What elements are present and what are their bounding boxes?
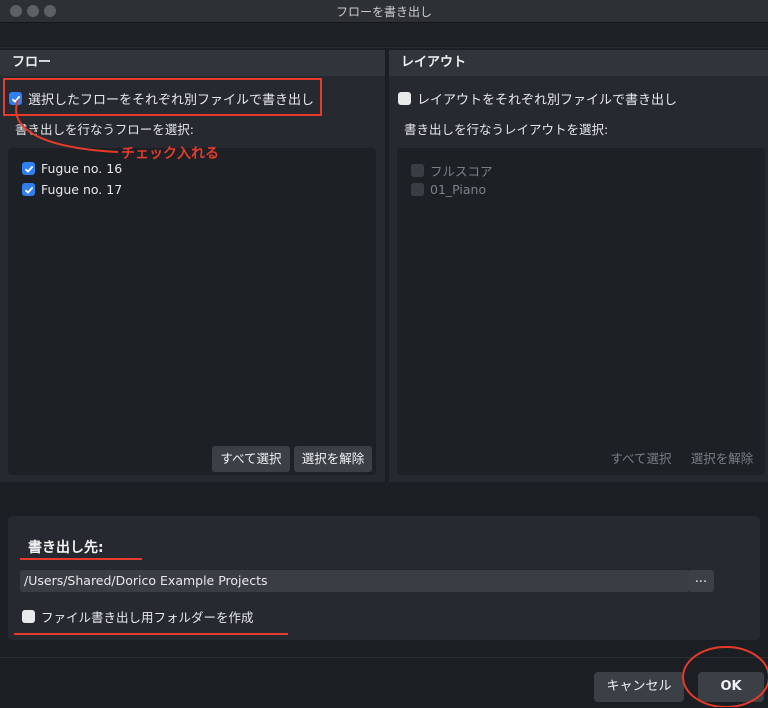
layouts-separate-files-checkbox-row[interactable]: レイアウトをそれぞれ別ファイルで書き出し <box>398 89 677 108</box>
layouts-separate-files-checkbox[interactable] <box>398 92 411 105</box>
flows-select-all-button[interactable]: すべて選択 <box>212 446 290 472</box>
flows-panel-header: フロー <box>0 50 385 76</box>
destination-section: 書き出し先: /Users/Shared/Dorico Example Proj… <box>8 516 760 640</box>
list-item: フルスコア <box>411 161 493 180</box>
layout-label: フルスコア <box>430 164 493 179</box>
flow-checkbox[interactable] <box>22 162 35 175</box>
create-folder-checkbox[interactable] <box>22 610 35 623</box>
window-title: フローを書き出し <box>335 5 432 19</box>
list-item[interactable]: Fugue no. 17 <box>22 182 122 197</box>
flows-deselect-button[interactable]: 選択を解除 <box>294 446 372 472</box>
flows-panel: フロー 選択したフローをそれぞれ別ファイルで書き出し 書き出しを行なうフローを選… <box>0 50 385 482</box>
destination-label: 書き出し先: <box>28 540 104 556</box>
checkmark-icon <box>24 165 33 173</box>
list-item: 01_Piano <box>411 182 486 197</box>
list-item[interactable]: Fugue no. 16 <box>22 161 122 176</box>
checkmark-icon <box>11 95 20 103</box>
flows-separate-files-label: 選択したフローをそれぞれ別ファイルで書き出し <box>28 93 315 108</box>
layout-label: 01_Piano <box>430 182 487 197</box>
layout-checkbox <box>411 183 424 196</box>
flow-label: Fugue no. 17 <box>41 182 123 197</box>
create-folder-label: ファイル書き出し用フォルダーを作成 <box>41 610 254 625</box>
layouts-select-all-button: すべて選択 <box>610 451 672 466</box>
layouts-list: フルスコア 01_Piano <box>397 148 765 458</box>
layouts-deselect-button: 選択を解除 <box>690 451 754 466</box>
layouts-panel-header: レイアウト <box>389 50 768 76</box>
layouts-separate-files-label: レイアウトをそれぞれ別ファイルで書き出し <box>417 93 678 108</box>
title-bar: フローを書き出し <box>0 0 768 23</box>
layouts-panel: レイアウト レイアウトをそれぞれ別ファイルで書き出し 書き出しを行なうレイアウト… <box>389 50 768 482</box>
flows-separate-files-checkbox-row[interactable]: 選択したフローをそれぞれ別ファイルで書き出し <box>9 89 314 108</box>
cancel-button[interactable]: キャンセル <box>594 672 684 702</box>
layout-checkbox <box>411 164 424 177</box>
flows-separate-files-checkbox[interactable] <box>9 92 22 105</box>
flows-button-bar: すべて選択 選択を解除 <box>8 443 376 475</box>
layouts-list-label: 書き出しを行なうレイアウトを選択: <box>404 122 609 137</box>
destination-path-field[interactable]: /Users/Shared/Dorico Example Projects <box>20 570 689 592</box>
create-folder-checkbox-row[interactable]: ファイル書き出し用フォルダーを作成 <box>22 607 254 626</box>
browse-button[interactable]: ... <box>688 570 714 592</box>
dialog-top-strip <box>0 23 768 48</box>
flows-list-label: 書き出しを行なうフローを選択: <box>15 122 194 137</box>
flows-list: Fugue no. 16 Fugue no. 17 <box>8 148 376 458</box>
dialog-footer: キャンセル OK <box>0 657 768 708</box>
ok-button[interactable]: OK <box>698 672 764 702</box>
layouts-button-bar: すべて選択 選択を解除 <box>397 443 765 475</box>
flow-checkbox[interactable] <box>22 183 35 196</box>
checkmark-icon <box>24 186 33 194</box>
annotation-note: チェック入れる <box>121 146 219 162</box>
flow-label: Fugue no. 16 <box>41 161 123 176</box>
